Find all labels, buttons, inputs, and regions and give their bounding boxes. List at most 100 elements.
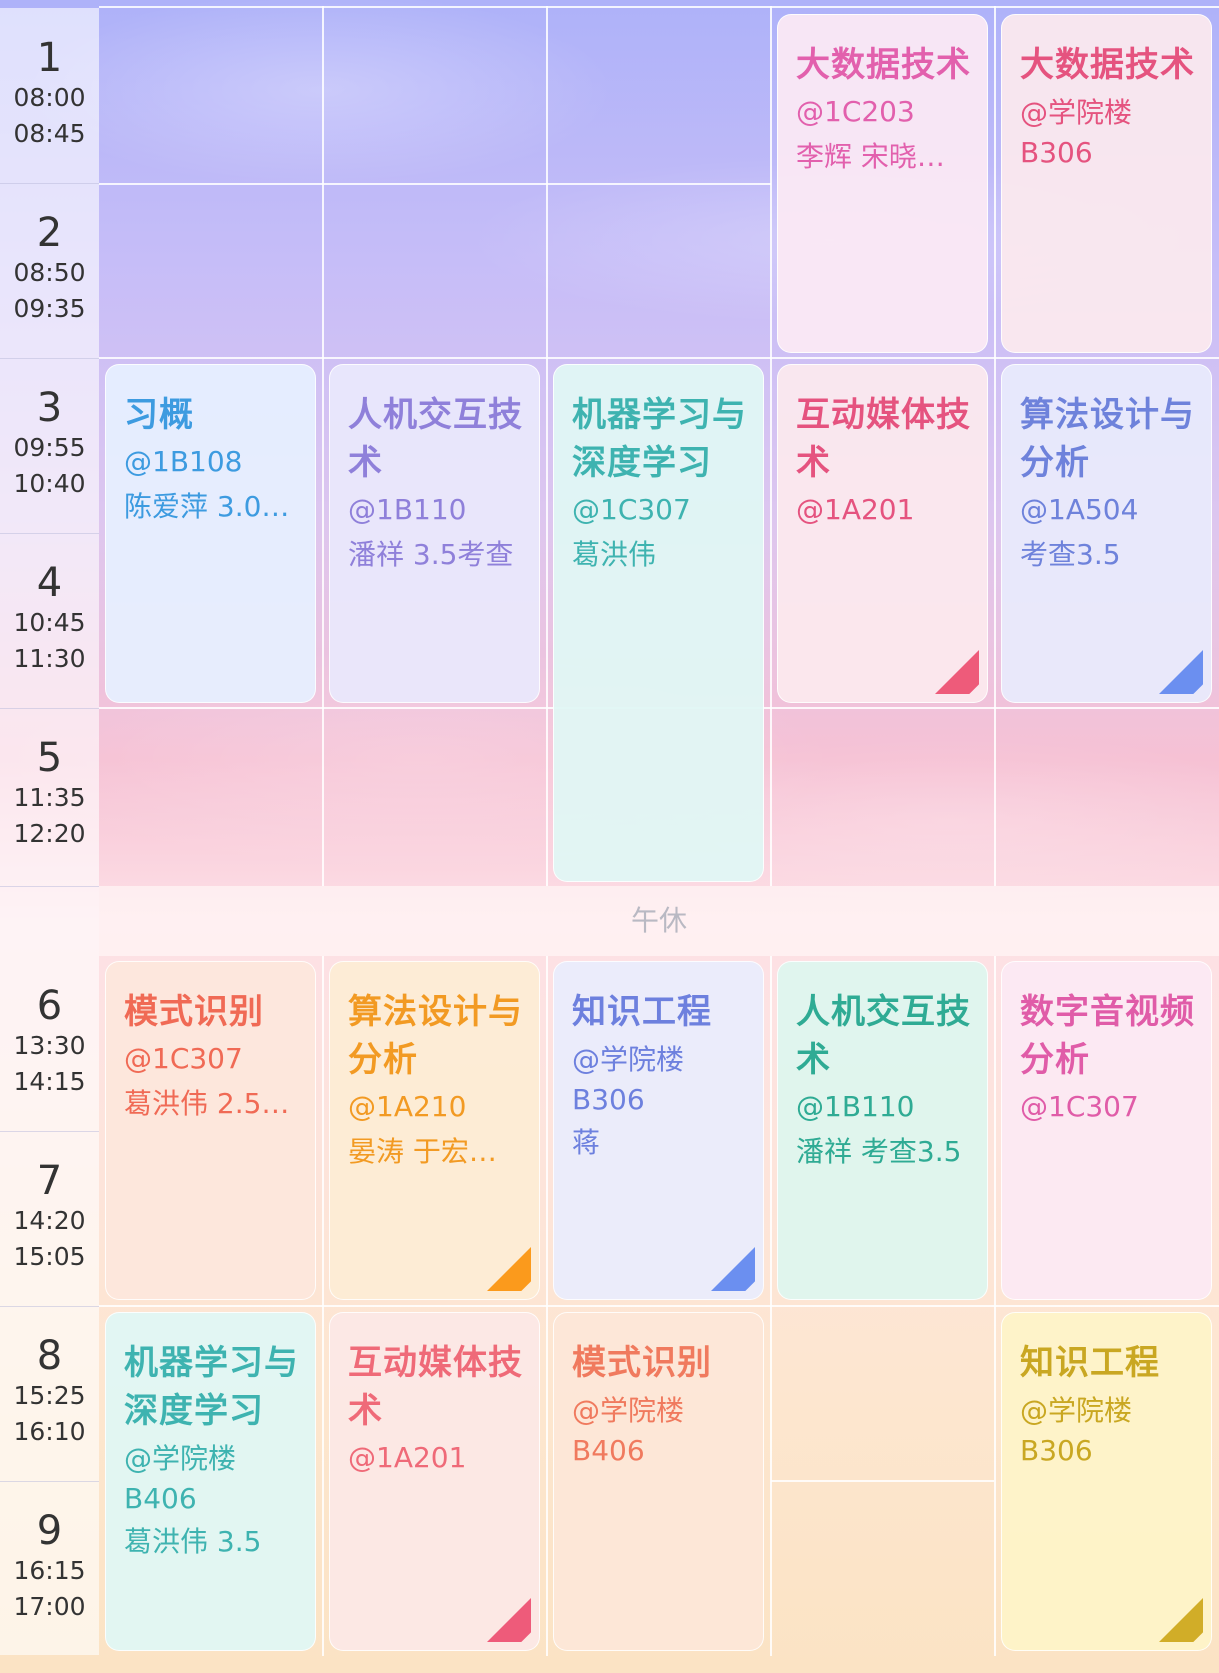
period-column: 1 08:00 08:45 2 08:50 09:35 3 09:55 10:4… <box>0 8 99 1655</box>
course-room: @1C203 <box>796 95 915 128</box>
period-slot: 3 09:55 10:40 <box>0 358 99 534</box>
period-number: 7 <box>36 1158 63 1204</box>
course-card[interactable]: 知识工程 @学院楼B306 <box>1001 1312 1212 1651</box>
course-room: @1A504 <box>1020 493 1139 526</box>
course-card[interactable]: 互动媒体技术 @1A201 <box>777 364 988 703</box>
course-note: 葛洪伟 <box>572 538 657 571</box>
grid-line <box>99 1305 1219 1307</box>
period-start-time: 15:25 <box>13 1381 86 1410</box>
course-card[interactable]: 互动媒体技术 @1A201 <box>329 1312 540 1651</box>
course-room: @1B110 <box>796 1090 915 1123</box>
course-card[interactable]: 人机交互技术 @1B110 潘祥 考查3.5 <box>777 961 988 1300</box>
course-name: 互动媒体技术 <box>348 1343 523 1431</box>
grid-line <box>322 956 324 1656</box>
period-start-time: 14:20 <box>13 1206 86 1235</box>
period-end-time: 16:10 <box>13 1417 86 1446</box>
course-room: @1C307 <box>1020 1090 1139 1123</box>
course-note: 陈爱萍 3.0… <box>124 490 290 523</box>
period-start-time: 08:00 <box>13 83 86 112</box>
course-card[interactable]: 知识工程 @学院楼B306 蒋 <box>553 961 764 1300</box>
grid-line <box>99 357 1219 359</box>
period-slot: 1 08:00 08:45 <box>0 8 99 184</box>
course-card[interactable]: 习概 @1B108 陈爱萍 3.0… <box>105 364 316 703</box>
course-card[interactable]: 模式识别 @1C307 葛洪伟 2.5… <box>105 961 316 1300</box>
period-number: 5 <box>36 735 63 781</box>
course-name: 人机交互技术 <box>796 992 971 1080</box>
grid-line <box>99 6 1219 8</box>
course-room: @学院楼B306 <box>1020 96 1133 169</box>
corner-marker-icon <box>487 1247 531 1291</box>
lunch-break-label: 午休 <box>630 904 687 937</box>
course-name: 模式识别 <box>124 992 264 1032</box>
course-note: 蒋 <box>572 1126 601 1159</box>
period-number: 9 <box>36 1508 63 1554</box>
course-name: 互动媒体技术 <box>796 395 971 483</box>
course-room: @1A210 <box>348 1090 467 1123</box>
course-note: 李辉 宋晓… <box>796 140 945 173</box>
course-card[interactable]: 人机交互技术 @1B110 潘祥 3.5考查 <box>329 364 540 703</box>
period-end-time: 17:00 <box>13 1592 86 1621</box>
course-room: @1A201 <box>796 493 915 526</box>
course-room: @1A201 <box>348 1441 467 1474</box>
course-card[interactable]: 大数据技术 @1C203 李辉 宋晓… <box>777 14 988 353</box>
grid-line <box>994 956 996 1656</box>
course-room: @1C307 <box>124 1042 243 1075</box>
course-note: 晏涛 于宏… <box>348 1135 497 1168</box>
grid-line <box>99 183 771 185</box>
period-end-time: 11:30 <box>13 644 86 673</box>
course-room: @1C307 <box>572 493 691 526</box>
period-end-time: 12:20 <box>13 819 86 848</box>
course-room: @学院楼B306 <box>1020 1394 1133 1467</box>
corner-marker-icon <box>487 1598 531 1642</box>
period-slot: 9 16:15 17:00 <box>0 1481 99 1655</box>
grid-line <box>546 956 548 1656</box>
period-start-time: 09:55 <box>13 433 86 462</box>
period-start-time: 13:30 <box>13 1031 86 1060</box>
course-note: 葛洪伟 2.5… <box>124 1087 290 1120</box>
grid-line <box>994 6 996 886</box>
period-slot: 8 15:25 16:10 <box>0 1306 99 1482</box>
course-card[interactable]: 大数据技术 @学院楼B306 <box>1001 14 1212 353</box>
course-note: 葛洪伟 3.5 <box>124 1525 262 1558</box>
period-start-time: 10:45 <box>13 608 86 637</box>
period-number: 4 <box>36 560 63 606</box>
course-card[interactable]: 机器学习与深度学习 @1C307 葛洪伟 <box>553 364 764 882</box>
course-name: 人机交互技术 <box>348 395 523 483</box>
period-start-time: 11:35 <box>13 783 86 812</box>
period-start-time: 16:15 <box>13 1556 86 1585</box>
course-room: @学院楼B406 <box>572 1394 685 1467</box>
period-number: 1 <box>36 35 63 81</box>
course-card[interactable]: 机器学习与深度学习 @学院楼B406 葛洪伟 3.5 <box>105 1312 316 1651</box>
course-name: 机器学习与深度学习 <box>572 395 747 483</box>
period-end-time: 14:15 <box>13 1067 86 1096</box>
period-end-time: 08:45 <box>13 119 86 148</box>
course-name: 机器学习与深度学习 <box>124 1343 299 1431</box>
course-card[interactable]: 算法设计与分析 @1A504 考查3.5 <box>1001 364 1212 703</box>
course-card[interactable]: 数字音视频分析 @1C307 <box>1001 961 1212 1300</box>
course-card[interactable]: 模式识别 @学院楼B406 <box>553 1312 764 1651</box>
course-name: 习概 <box>124 395 194 435</box>
period-slot: 4 10:45 11:30 <box>0 533 99 709</box>
period-start-time: 08:50 <box>13 258 86 287</box>
period-number: 6 <box>36 983 63 1029</box>
grid-line <box>322 6 324 886</box>
corner-marker-icon <box>935 650 979 694</box>
period-slot: 6 13:30 14:15 <box>0 956 99 1132</box>
course-card[interactable]: 算法设计与分析 @1A210 晏涛 于宏… <box>329 961 540 1300</box>
course-name: 算法设计与分析 <box>348 992 523 1080</box>
period-end-time: 15:05 <box>13 1242 86 1271</box>
period-slot: 7 14:20 15:05 <box>0 1131 99 1307</box>
corner-marker-icon <box>1159 1598 1203 1642</box>
period-end-time: 10:40 <box>13 469 86 498</box>
grid-line <box>770 6 772 886</box>
corner-marker-icon <box>1159 650 1203 694</box>
course-room: @1B110 <box>348 493 467 526</box>
grid-line <box>770 956 772 1656</box>
course-room: @1B108 <box>124 445 243 478</box>
period-slot: 2 08:50 09:35 <box>0 183 99 359</box>
course-name: 大数据技术 <box>796 45 971 85</box>
course-note: 考查3.5 <box>1020 538 1121 571</box>
period-end-time: 09:35 <box>13 294 86 323</box>
course-name: 数字音视频分析 <box>1020 992 1195 1080</box>
course-name: 模式识别 <box>572 1343 712 1383</box>
